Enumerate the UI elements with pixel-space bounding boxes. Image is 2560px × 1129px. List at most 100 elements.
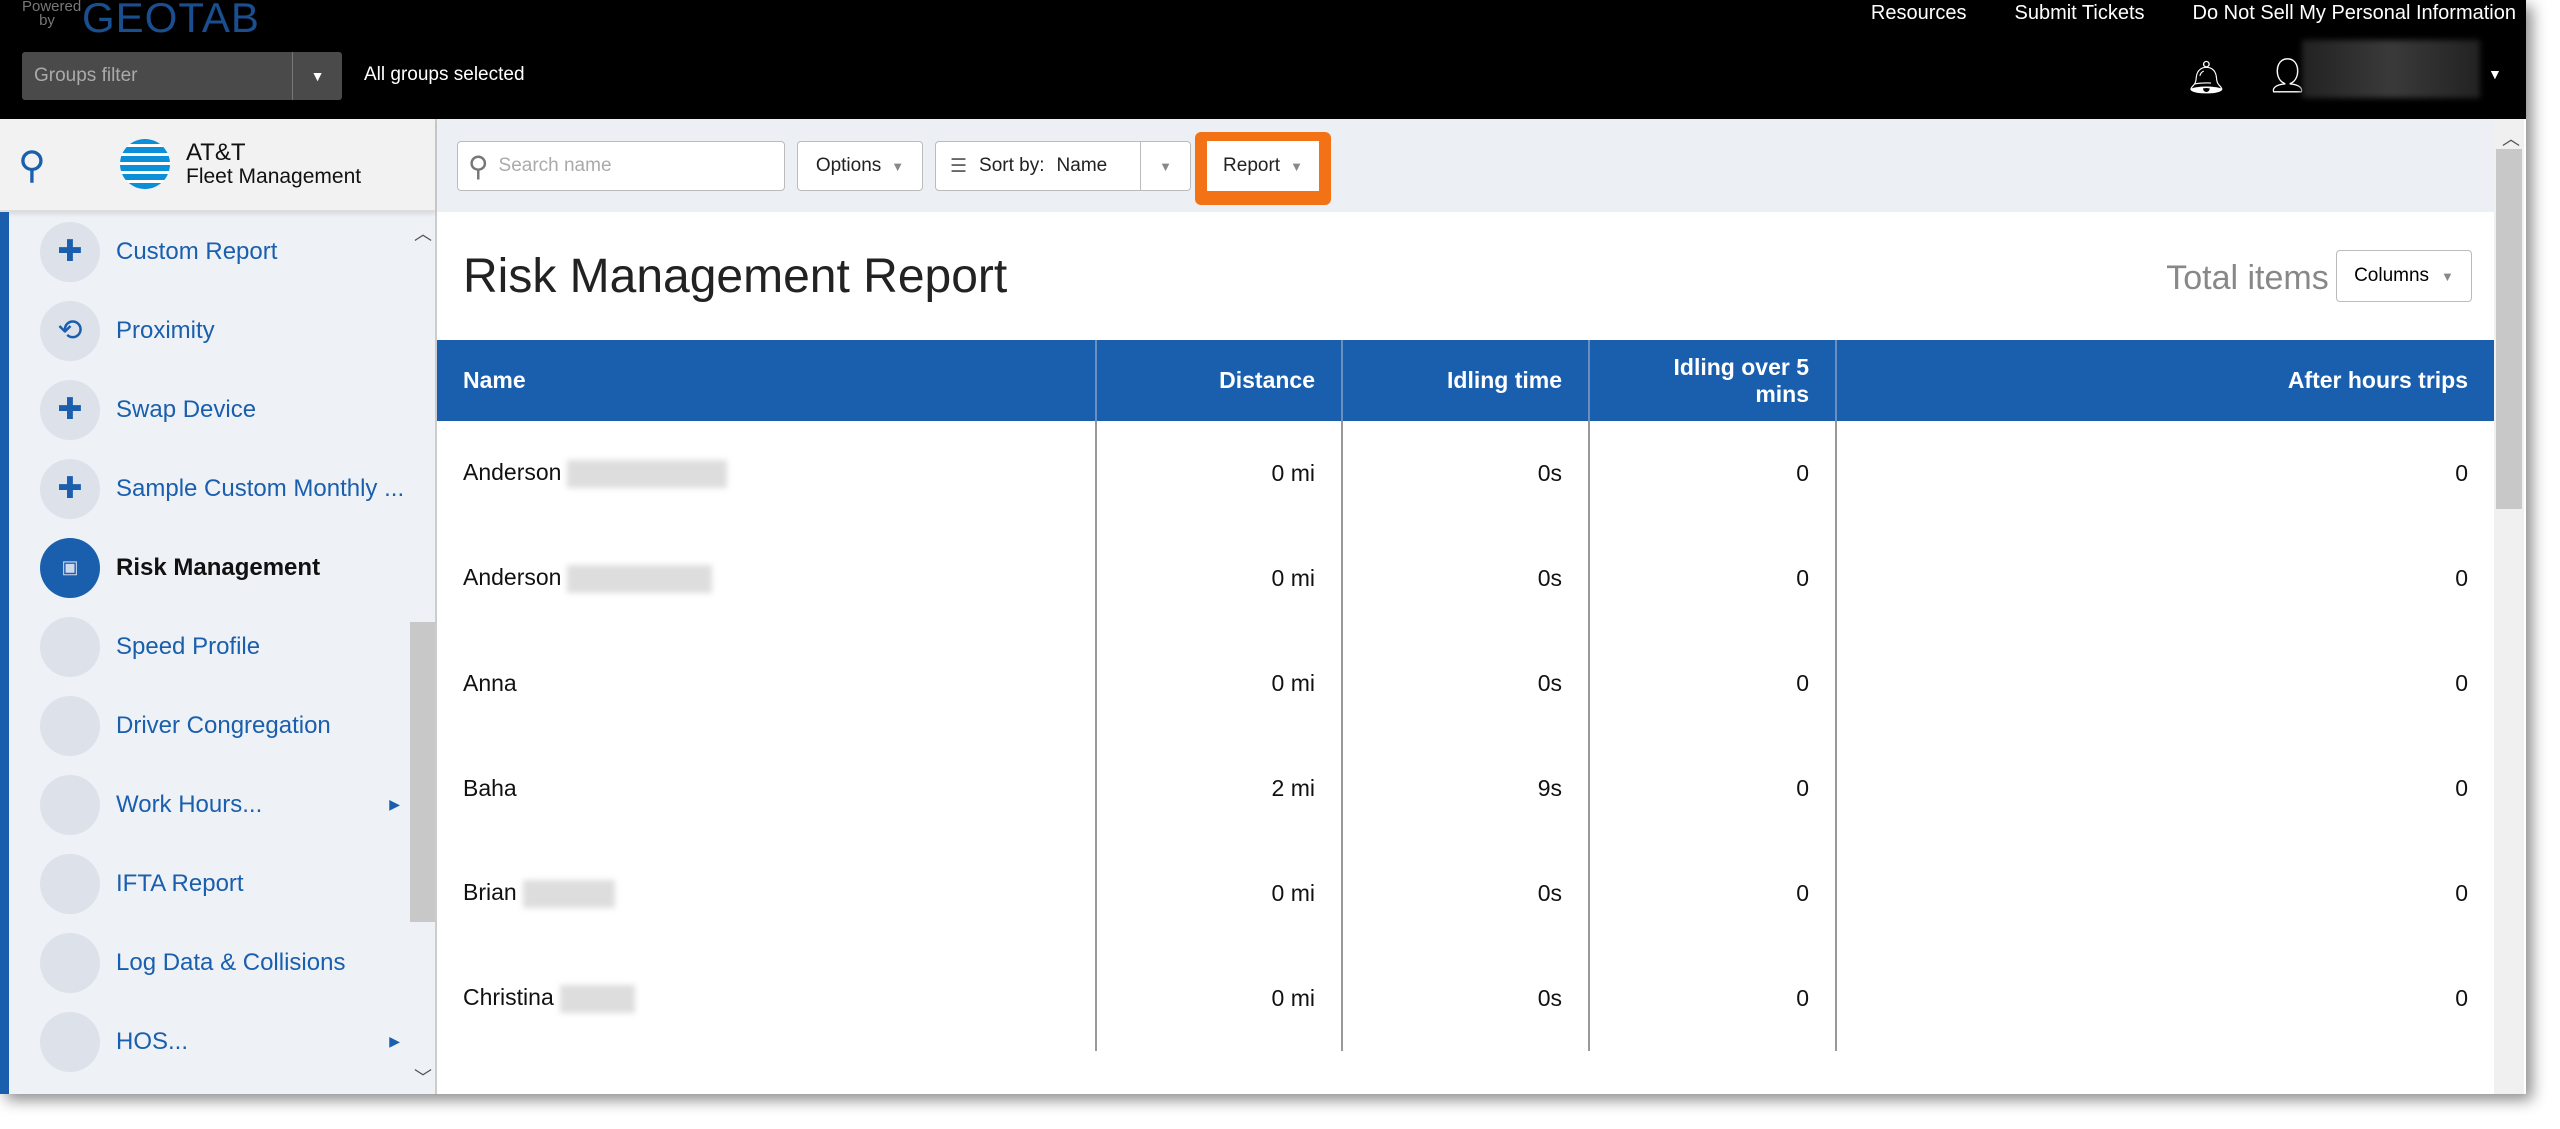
sort-dropdown[interactable]: ☰ Sort by: Name ▼ xyxy=(935,141,1191,191)
columns-button[interactable]: Columns ▼ xyxy=(2336,250,2472,302)
puzzle-icon: ✚ xyxy=(40,221,100,282)
chevron-down-icon: ▼ xyxy=(1290,158,1303,174)
table-cell: 0 xyxy=(1836,526,2494,631)
risk-chart-icon: ▣ xyxy=(40,537,100,598)
chevron-down-icon[interactable]: ▼ xyxy=(2488,66,2502,82)
table-row[interactable]: Anderson 0 mi 0s 0 0 xyxy=(437,526,2494,631)
groups-status: All groups selected xyxy=(364,64,525,85)
main-content: ⚲ Search name Options ▼ ☰ Sort by: Name ▼ Rep… xyxy=(437,119,2494,1094)
sidebar-item-label: Swap Device xyxy=(116,395,257,423)
table-cell: 0 mi xyxy=(1096,421,1343,526)
sort-value: Name xyxy=(1056,155,1108,176)
cell-text: 0 xyxy=(1796,775,1809,801)
table-cell: 0s xyxy=(1342,631,1590,736)
search-placeholder: Search name xyxy=(498,155,612,176)
sidebar-item-sample-custom-monthly[interactable]: ✚ Sample Custom Monthly ... xyxy=(40,449,410,528)
table-cell: Anderson xyxy=(437,526,1097,631)
cell-text: Anderson xyxy=(463,564,562,591)
table-cell: Brian xyxy=(437,841,1097,946)
blank-icon xyxy=(40,1011,100,1072)
table-cell: 0s xyxy=(1342,526,1590,631)
column-header-idling-over-5[interactable]: Idling over 5 mins xyxy=(1589,340,1837,421)
cell-text: 0s xyxy=(1537,670,1562,696)
table-cell: 2 mi xyxy=(1096,736,1343,841)
table-row[interactable]: Brian 0 mi 0s 0 0 xyxy=(437,841,2494,946)
sidebar-item-proximity[interactable]: ⟲ Proximity xyxy=(40,291,410,370)
sidebar-item-ifta-report[interactable]: IFTA Report xyxy=(40,844,410,923)
table-cell: 0 xyxy=(1589,526,1837,631)
sidebar-item-label: HOS... xyxy=(116,1027,189,1055)
main-scrollbar[interactable]: ︿ xyxy=(2494,119,2524,1094)
submit-tickets-link[interactable]: Submit Tickets xyxy=(2014,2,2144,25)
table-row[interactable]: Christina 0 mi 0s 0 0 xyxy=(437,946,2494,1051)
table-cell: 0 xyxy=(1836,421,2494,526)
table-cell: 0 xyxy=(1589,841,1837,946)
scrollbar-thumb[interactable] xyxy=(410,622,435,922)
cell-text: Christina xyxy=(463,984,554,1011)
column-header-distance[interactable]: Distance xyxy=(1096,340,1343,421)
chevron-down-icon: ▼ xyxy=(891,158,905,174)
column-header-name[interactable]: Name xyxy=(437,340,1097,421)
scrollbar-thumb[interactable] xyxy=(2496,149,2522,509)
chevron-down-icon[interactable]: ▼ xyxy=(292,52,342,100)
table-cell: Anderson xyxy=(437,421,1097,526)
chevron-down-icon[interactable]: ﹀ xyxy=(414,1064,432,1090)
brand-sub: Fleet Management xyxy=(186,165,362,188)
sidebar-item-driver-congregation[interactable]: Driver Congregation xyxy=(40,686,410,765)
sidebar-item-swap-device[interactable]: ✚ Swap Device xyxy=(40,370,410,449)
groups-filter-input[interactable]: Groups filter xyxy=(22,52,292,100)
table-cell: 0 xyxy=(1836,736,2494,841)
table-cell: 0 xyxy=(1589,946,1837,1051)
table-cell: 0 mi xyxy=(1096,946,1343,1051)
cell-text: 0 xyxy=(1796,565,1809,591)
column-header-after-hours[interactable]: After hours trips xyxy=(1836,340,2494,421)
table-cell: 0s xyxy=(1342,841,1590,946)
cell-text: 0 xyxy=(1796,460,1809,486)
column-header-idling-time[interactable]: Idling time xyxy=(1342,340,1590,421)
table-cell: 0 xyxy=(1836,841,2494,946)
geotab-logo: Powered by GEOTAB xyxy=(22,0,260,39)
redacted-surname xyxy=(522,879,615,908)
table-row[interactable]: Baha 2 mi 9s 0 0 xyxy=(437,736,2494,841)
sidebar-item-custom-report[interactable]: ✚ Custom Report xyxy=(40,212,410,291)
table-cell: Anna xyxy=(437,631,1097,736)
brand-name: AT&T xyxy=(186,139,246,166)
page-title: Risk Management Report xyxy=(463,250,1008,303)
chevron-down-icon[interactable]: ▼ xyxy=(1140,142,1190,190)
cell-text: 0 mi xyxy=(1271,985,1315,1011)
report-label: Report xyxy=(1223,155,1281,176)
chevron-up-icon[interactable]: ︿ xyxy=(2502,125,2520,151)
search-icon[interactable]: ⚲ xyxy=(18,143,46,188)
cell-text: 0 xyxy=(2455,880,2468,906)
app-window: Powered by GEOTAB Groups filter ▼ All grou… xyxy=(0,0,2526,1094)
sidebar-item-hos[interactable]: HOS... ▶ xyxy=(40,1002,410,1081)
sidebar-item-speed-profile[interactable]: Speed Profile xyxy=(40,607,410,686)
search-input[interactable]: ⚲ Search name xyxy=(457,141,785,191)
table-row[interactable]: Anderson 0 mi 0s 0 0 xyxy=(437,421,2494,526)
search-icon: ⚲ xyxy=(468,150,489,182)
cell-text: Baha xyxy=(463,775,517,801)
groups-filter[interactable]: Groups filter ▼ xyxy=(22,52,342,100)
sidebar-scrollbar[interactable]: ︿ ﹀ xyxy=(410,212,435,1094)
report-table: Name Distance Idling time Idling over 5 … xyxy=(437,340,2494,1051)
proximity-icon: ⟲ xyxy=(40,300,100,361)
report-button[interactable]: Report ▼ xyxy=(1207,141,1319,191)
sidebar-item-work-hours[interactable]: Work Hours... ▶ xyxy=(40,765,410,844)
cell-text: 0 xyxy=(2455,565,2468,591)
table-cell: 9s xyxy=(1342,736,1590,841)
resources-link[interactable]: Resources xyxy=(1871,2,1967,25)
redacted-surname xyxy=(559,984,635,1013)
sidebar-item-log-data[interactable]: Log Data & Collisions xyxy=(40,923,410,1002)
puzzle-icon: ✚ xyxy=(40,458,100,519)
cell-text: 0 mi xyxy=(1271,565,1315,591)
do-not-sell-link[interactable]: Do Not Sell My Personal Information xyxy=(2193,2,2516,25)
cell-text: 0 mi xyxy=(1271,880,1315,906)
table-row[interactable]: Anna 0 mi 0s 0 0 xyxy=(437,631,2494,736)
chevron-up-icon[interactable]: ︿ xyxy=(414,220,432,246)
blank-icon xyxy=(40,616,100,677)
bell-icon[interactable]: 🔔︎ xyxy=(2186,58,2227,96)
blank-icon xyxy=(40,774,100,835)
sidebar-item-risk-management[interactable]: ▣ Risk Management xyxy=(40,528,410,607)
options-button[interactable]: Options ▼ xyxy=(797,141,923,191)
user-name-redacted[interactable] xyxy=(2302,40,2480,98)
